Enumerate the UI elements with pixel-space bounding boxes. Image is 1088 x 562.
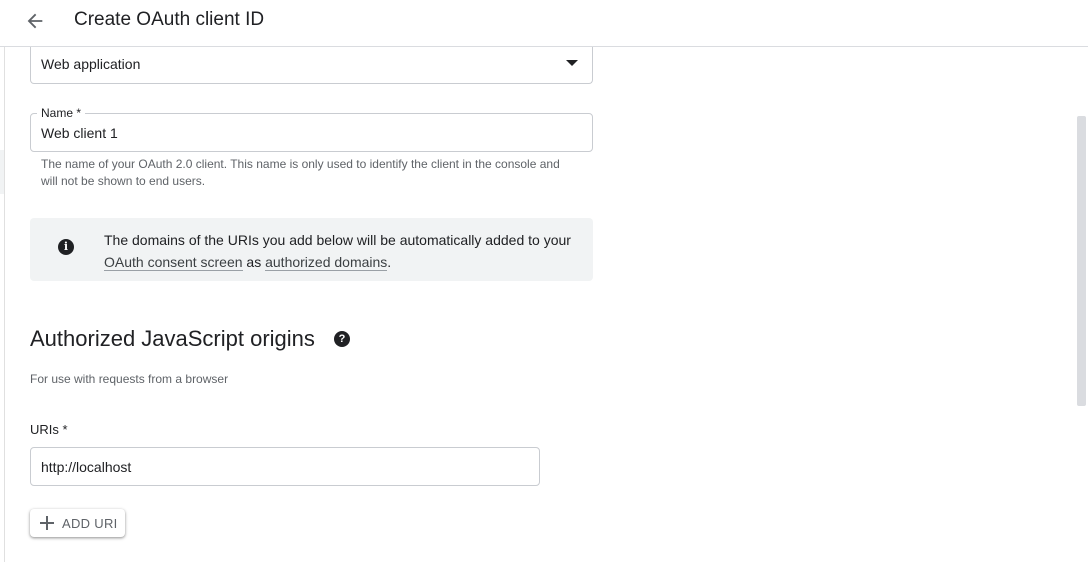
application-type-select[interactable]: Web application bbox=[30, 45, 593, 84]
oauth-consent-screen-link[interactable]: OAuth consent screen bbox=[104, 254, 243, 271]
application-type-value: Web application bbox=[41, 56, 141, 72]
name-value[interactable]: Web client 1 bbox=[41, 125, 118, 141]
arrow-back-icon[interactable] bbox=[24, 10, 46, 32]
uri-input[interactable]: http://localhost bbox=[30, 447, 540, 486]
info-banner: i The domains of the URIs you add below … bbox=[30, 218, 593, 281]
info-icon: i bbox=[58, 239, 74, 255]
name-helper-text: The name of your OAuth 2.0 client. This … bbox=[41, 157, 560, 188]
section-subtitle: For use with requests from a browser bbox=[30, 372, 229, 386]
scrollbar[interactable] bbox=[1077, 116, 1086, 406]
left-divider bbox=[4, 47, 5, 562]
section-title: Authorized JavaScript origins bbox=[30, 326, 315, 351]
page-title: Create OAuth client ID bbox=[74, 9, 265, 30]
name-field[interactable]: Name * Web client 1 bbox=[30, 106, 593, 152]
uri-value[interactable]: http://localhost bbox=[41, 459, 131, 475]
add-uri-button[interactable]: ADD URI bbox=[30, 509, 125, 537]
info-text-after: . bbox=[387, 254, 392, 270]
uris-label: URIs * bbox=[30, 422, 68, 437]
plus-icon bbox=[40, 516, 54, 530]
page-header: Create OAuth client ID bbox=[0, 0, 1088, 47]
name-label: Name * bbox=[37, 106, 86, 120]
dropdown-arrow-icon[interactable] bbox=[566, 60, 578, 66]
info-text-middle: as bbox=[242, 254, 266, 270]
info-text: The domains of the URIs you add below wi… bbox=[104, 229, 574, 273]
help-icon[interactable]: ? bbox=[334, 331, 350, 347]
back-button[interactable] bbox=[20, 6, 50, 36]
authorized-domains-link[interactable]: authorized domains bbox=[265, 254, 388, 271]
info-text-before: The domains of the URIs you add below wi… bbox=[104, 232, 571, 248]
add-uri-label: ADD URI bbox=[62, 515, 118, 531]
side-panel-edge bbox=[0, 150, 4, 194]
